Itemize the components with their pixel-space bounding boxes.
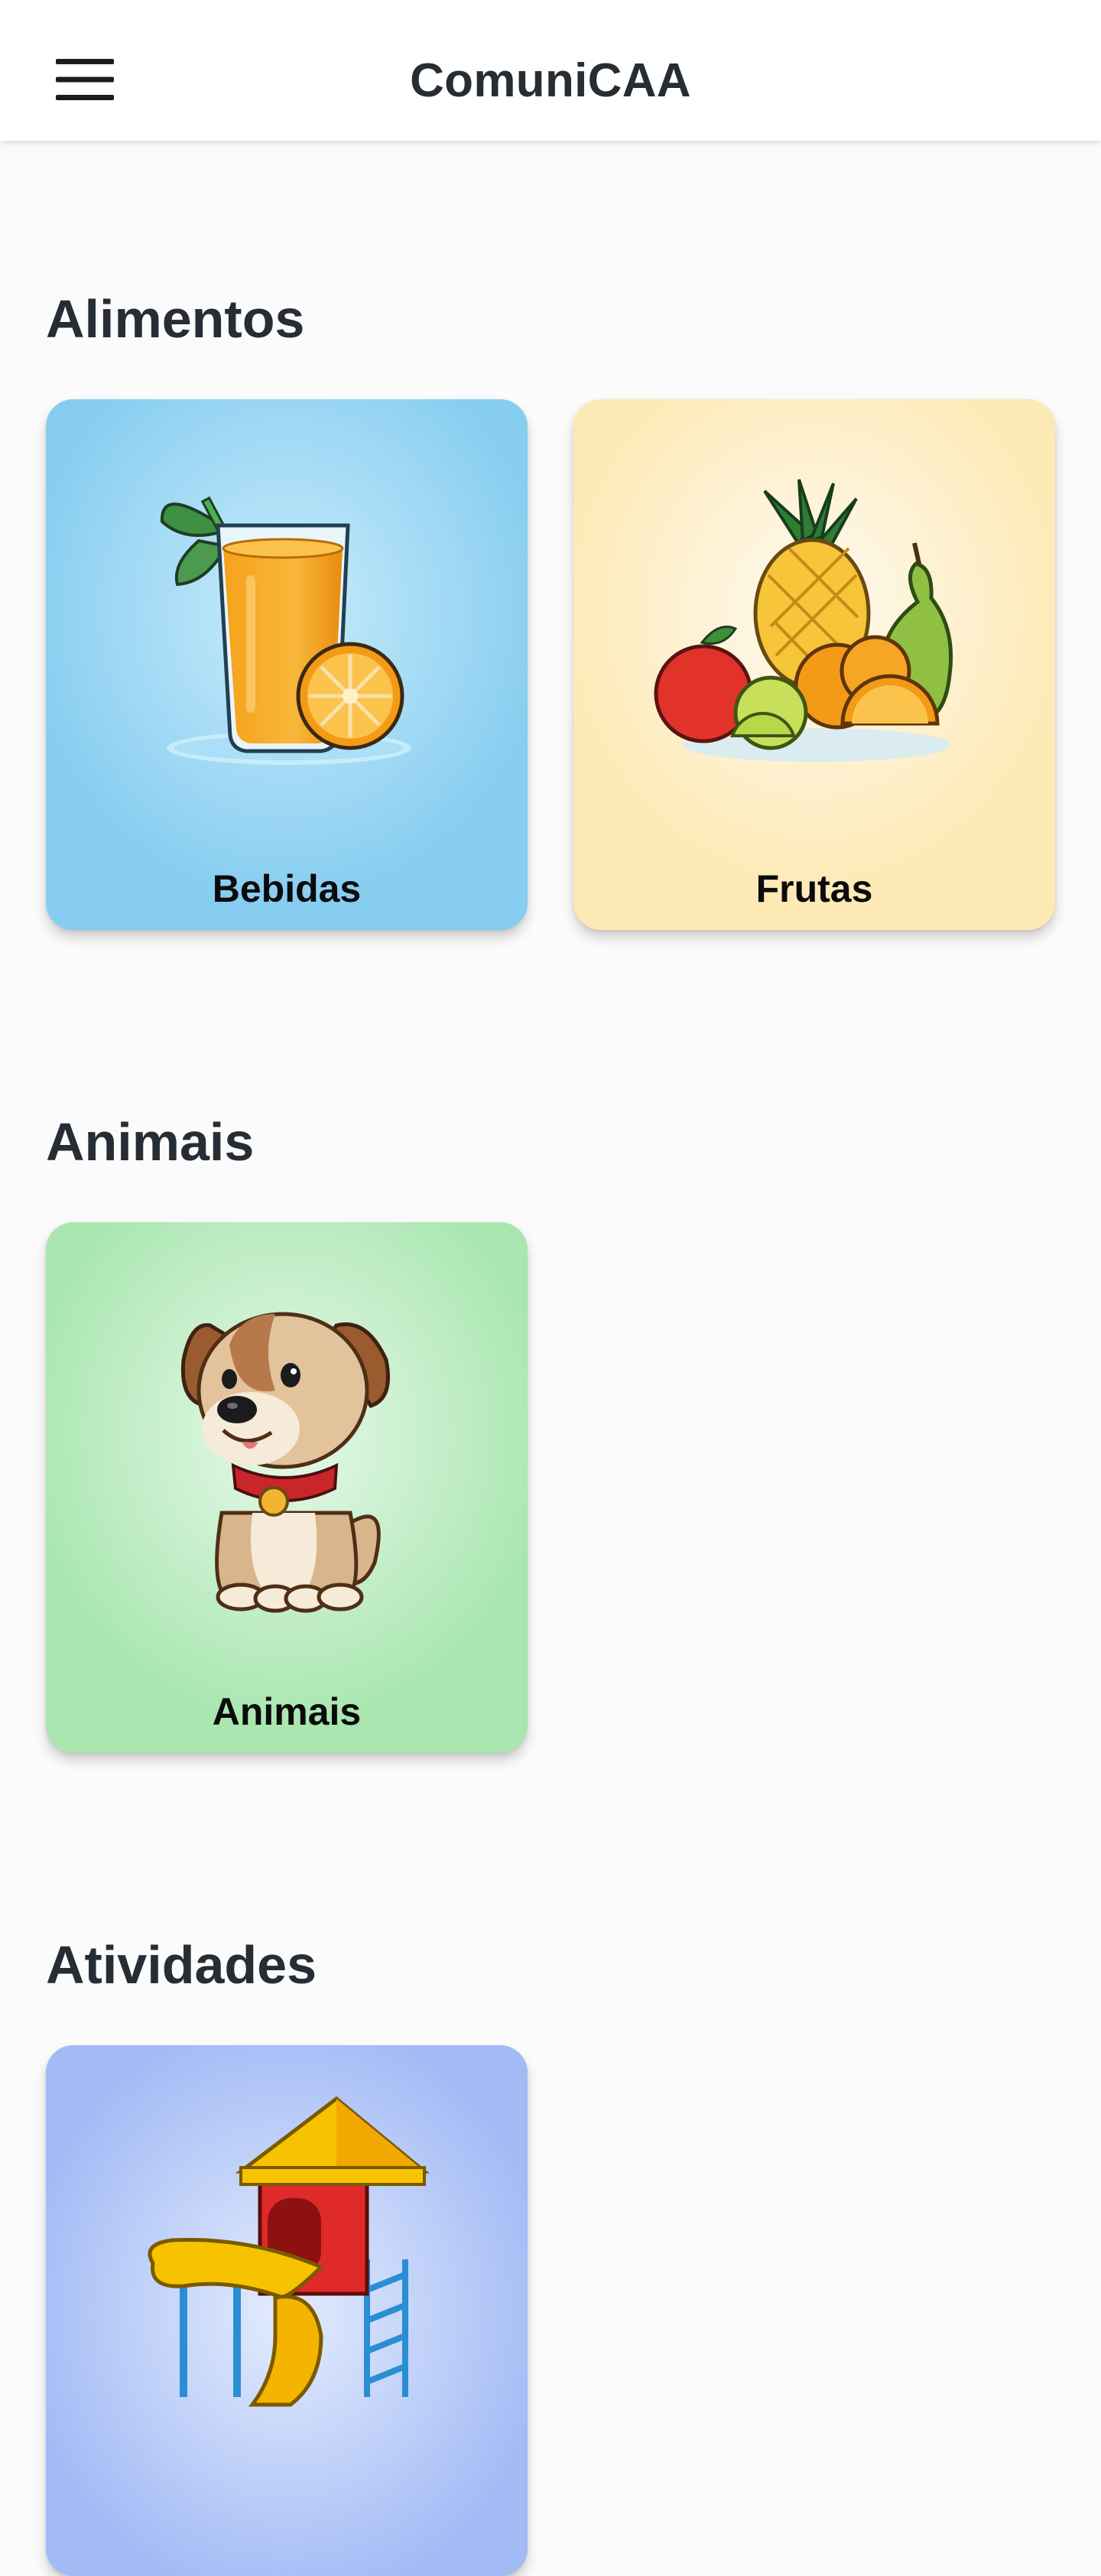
section-title-animais: Animais [46, 1112, 255, 1172]
playground-slide-icon [46, 2045, 528, 2576]
category-card-atividades[interactable] [46, 2045, 528, 2576]
app-title: ComuniCAA [410, 54, 691, 107]
card-label-bebidas: Bebidas [212, 867, 362, 910]
fruit-bowl-icon [573, 399, 1055, 930]
section-title-alimentos: Alimentos [46, 289, 305, 349]
orange-juice-icon [46, 399, 528, 930]
app-bar: ComuniCAA [0, 0, 1101, 141]
category-card-frutas[interactable]: Frutas [573, 399, 1055, 930]
card-label-frutas: Frutas [755, 867, 873, 910]
card-label-animais: Animais [212, 1690, 362, 1733]
section-title-atividades: Atividades [46, 1935, 317, 1995]
category-card-bebidas[interactable]: Bebidas [46, 399, 528, 930]
puppy-icon [46, 1222, 528, 1753]
category-card-animais[interactable]: Animais [46, 1222, 528, 1753]
